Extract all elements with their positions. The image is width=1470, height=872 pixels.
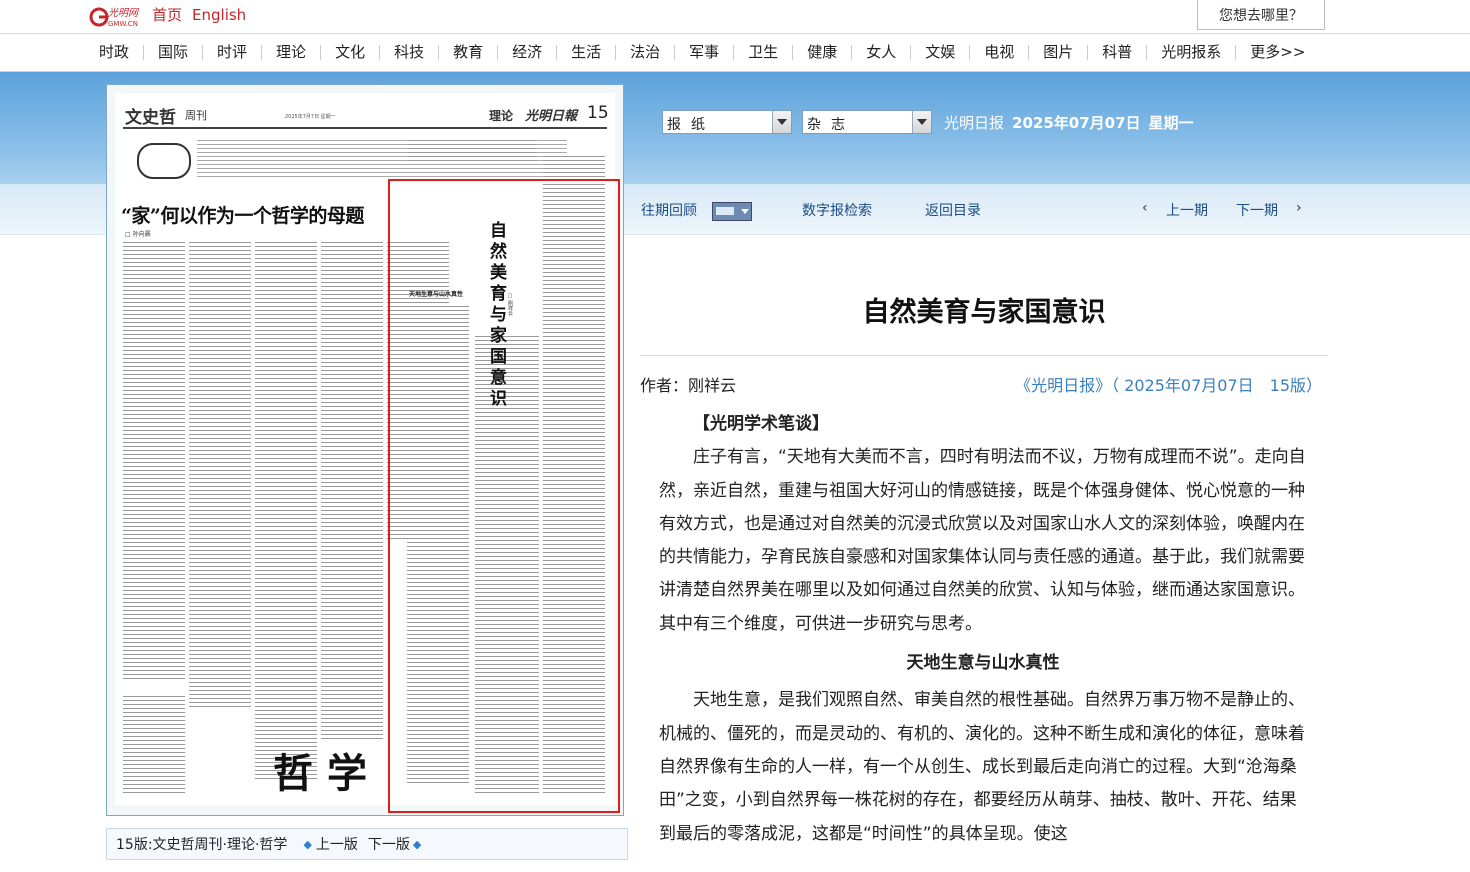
nav-item[interactable]: 电视 <box>970 45 1030 60</box>
page-rule <box>123 127 607 129</box>
nav-item[interactable]: 科技 <box>380 45 440 60</box>
nav-item[interactable]: 生活 <box>557 45 617 60</box>
page-headline[interactable]: “家”何以作为一个哲学的母题 <box>121 201 364 228</box>
chevron-right-icon[interactable]: › <box>1296 200 1302 216</box>
svg-text:GMW.CN: GMW.CN <box>108 20 138 28</box>
back-to-index-link[interactable]: 返回目录 <box>925 200 981 220</box>
nav-item[interactable]: 经济 <box>498 45 558 60</box>
text-column <box>189 239 251 709</box>
column-tag: 【光明学术笔谈】 <box>693 414 829 434</box>
nav-item[interactable]: 法治 <box>616 45 676 60</box>
nav-item[interactable]: 女人 <box>852 45 912 60</box>
text-column <box>123 239 185 679</box>
page-byline: □ 孙向晨 <box>125 231 151 238</box>
nav-item[interactable]: 卫生 <box>734 45 794 60</box>
magazine-select[interactable]: 杂志 <box>802 110 932 134</box>
page-section: 理论 <box>489 109 514 123</box>
page-label[interactable]: 15版:文史哲周刊·理论·哲学 <box>116 834 287 854</box>
prev-page-link[interactable]: 上一版 <box>316 834 358 854</box>
nav-item[interactable]: 军事 <box>675 45 735 60</box>
issue-dateline: 光明日报 2025年07月07日 星期一 <box>944 112 1194 133</box>
page-footer-art: 哲学 <box>273 750 381 797</box>
top-bar: 光明网 GMW.CN 首页 English 您想去哪里？ <box>0 0 1470 34</box>
next-issue-link[interactable]: 下一期 <box>1236 200 1278 220</box>
chevron-left-icon[interactable]: ‹ <box>1142 200 1148 216</box>
article-paragraph: 天地生意，是我们观照自然、审美自然的根性基础。自然界万事万物不是静止的、机械的、… <box>659 690 1305 844</box>
column-logo-icon <box>137 143 191 179</box>
magazine-select-value: 杂志 <box>807 117 855 133</box>
text-column <box>123 693 185 793</box>
newspaper-select[interactable]: 报纸 <box>662 110 792 134</box>
nav-item[interactable]: 教育 <box>439 45 499 60</box>
dateline-weekday: 星期一 <box>1148 114 1194 132</box>
article-subhead: 天地生意与山水真性 <box>906 653 1060 674</box>
chevron-down-icon[interactable] <box>912 111 931 133</box>
nav-item[interactable]: 国际 <box>144 45 204 60</box>
dateline-paper: 光明日报 <box>944 114 1005 132</box>
selected-article-highlight[interactable] <box>388 179 620 813</box>
home-link[interactable]: 首页 <box>152 6 182 24</box>
article-author: 作者：刚祥云 <box>640 376 737 395</box>
nav-item[interactable]: 文娱 <box>911 45 971 60</box>
dateline-date: 2025年07月07日 <box>1012 114 1141 132</box>
gmw-logo[interactable]: 光明网 GMW.CN <box>88 4 146 28</box>
calendar-icon[interactable] <box>712 202 752 221</box>
nav-item[interactable]: 光明报系 <box>1147 45 1237 60</box>
title-divider <box>640 355 1328 356</box>
top-links: 首页 English <box>152 4 256 25</box>
nav-item[interactable]: 理论 <box>262 45 322 60</box>
channel-nav-list: 时政 国际 时评 理论 文化 科技 教育 经济 生活 法治 军事 卫生 健康 女人 文娱 电视 图片 科普 光明报系… <box>85 34 1319 71</box>
chevron-down-icon[interactable] <box>772 111 791 133</box>
article-paragraph: 庄子有言，“天地有大美而不言，四时有明法而不议，万物有成理而不说”。走向自然，亲… <box>659 447 1306 634</box>
nav-item[interactable]: 图片 <box>1029 45 1089 60</box>
newspaper-select-value: 报纸 <box>667 117 715 133</box>
text-column <box>255 239 317 779</box>
channel-nav: 时政 国际 时评 理论 文化 科技 教育 经济 生活 法治 军事 卫生 健康 女人 文娱 电视 图片 科普 光明报系… <box>0 34 1470 72</box>
nav-item[interactable]: 文化 <box>321 45 381 60</box>
nav-item[interactable]: 更多>> <box>1236 45 1319 60</box>
article-body: 【光明学术笔谈】 庄子有言，“天地有大美而不言，四时有明法而不议，万物有成理而不… <box>659 408 1307 851</box>
archive-link[interactable]: 往期回顾 <box>641 200 697 220</box>
page-weekly-label: 周刊 <box>185 109 207 122</box>
article-source[interactable]: 《光明日报》（ 2025年07月07日 15版） <box>1015 372 1322 396</box>
page-masthead: 文史哲 <box>125 108 176 128</box>
nav-item[interactable]: 时政 <box>85 45 145 60</box>
english-link[interactable]: English <box>192 6 246 24</box>
article-title: 自然美育与家国意识 <box>862 297 1106 328</box>
next-page-arrow-icon: ◆ <box>412 837 422 851</box>
page-nav-bar: 15版:文史哲周刊·理论·哲学 ◆ 上一版 下一版 ◆ <box>106 828 628 860</box>
digital-search-link[interactable]: 数字报检索 <box>802 200 872 220</box>
prev-page-arrow-icon: ◆ <box>303 837 312 851</box>
next-page-link[interactable]: 下一版 <box>368 834 410 854</box>
page-number: 15 <box>587 103 609 123</box>
nav-item[interactable]: 时评 <box>203 45 263 60</box>
page-paper-name: 光明日報 <box>525 109 578 124</box>
page-issue-line: 2025年7月7日 星期一 <box>285 114 336 120</box>
text-column <box>407 137 537 161</box>
site-search-button[interactable]: 您想去哪里？ <box>1197 0 1325 30</box>
nav-item[interactable]: 科普 <box>1088 45 1148 60</box>
svg-text:光明网: 光明网 <box>108 7 140 19</box>
nav-item[interactable]: 健康 <box>793 45 853 60</box>
text-column <box>321 239 383 739</box>
prev-issue-link[interactable]: 上一期 <box>1166 200 1208 220</box>
